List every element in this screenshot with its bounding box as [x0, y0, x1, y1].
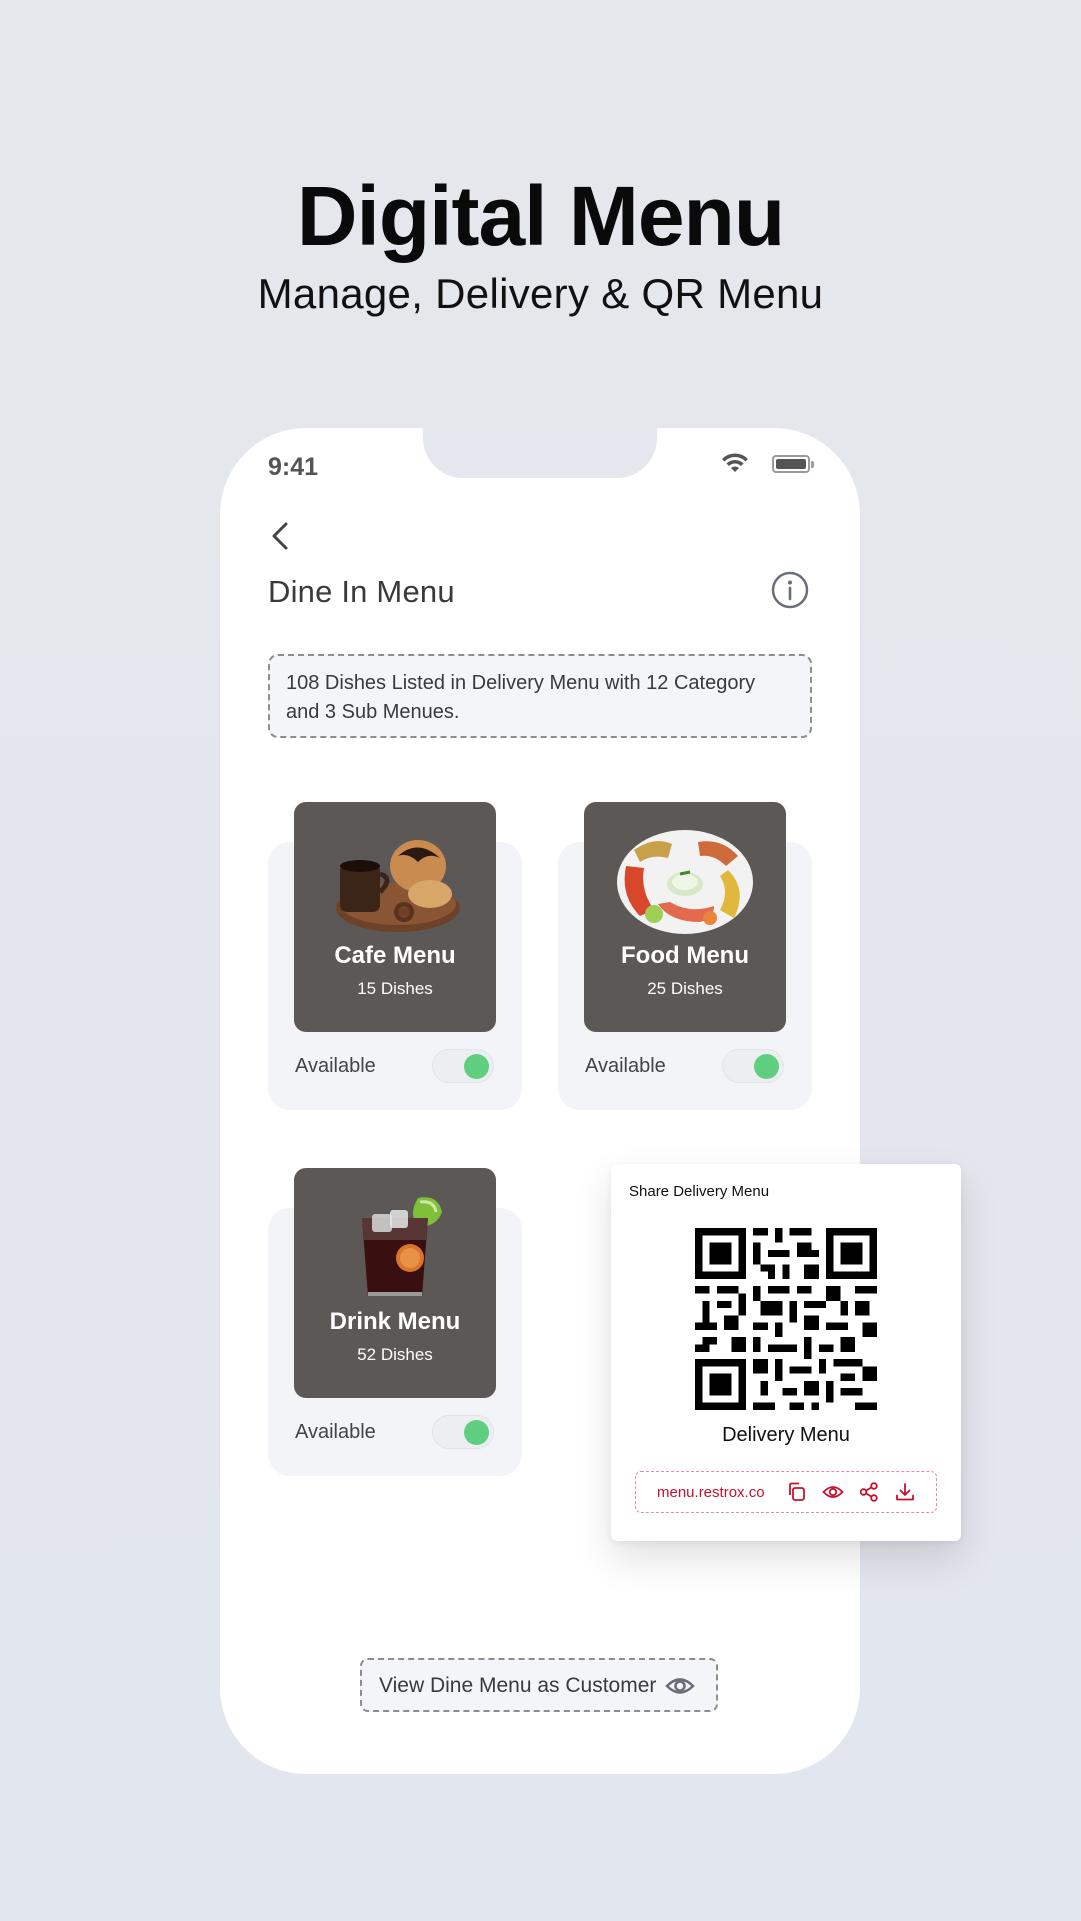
menu-name: Drink Menu: [329, 1308, 461, 1335]
status-time: 9:41: [268, 453, 319, 481]
menu-dish-count: 15 Dishes: [357, 979, 433, 998]
view-as-customer-button[interactable]: View Dine Menu as Customer: [360, 1658, 718, 1712]
menu-dish-count: 52 Dishes: [357, 1345, 433, 1364]
download-icon[interactable]: [894, 1481, 916, 1503]
info-icon[interactable]: [770, 570, 810, 610]
menu-tile-drink[interactable]: Drink Menu 52 Dishes: [294, 1168, 496, 1398]
phone-notch: [423, 428, 657, 478]
menu-dish-count: 25 Dishes: [647, 979, 723, 998]
phone-screen: 9:41 Dine In Menu 108 Dishes Listed in D…: [220, 428, 860, 1774]
share-icon[interactable]: [858, 1481, 880, 1503]
menu-card-cafe: Cafe Menu 15 Dishes Available: [268, 802, 522, 1110]
copy-icon[interactable]: [786, 1481, 808, 1503]
availability-toggle[interactable]: [722, 1049, 784, 1083]
food-platter-image: [617, 830, 753, 934]
availability-label: Available: [295, 1421, 376, 1443]
share-menu-card: Share Delivery Menu Delivery Menu menu.r…: [611, 1164, 961, 1541]
menu-card-drink: Drink Menu 52 Dishes Available: [268, 1168, 522, 1476]
eye-icon: [665, 1678, 695, 1694]
battery-icon: [772, 455, 814, 473]
share-menu-name: Delivery Menu: [722, 1424, 850, 1446]
availability-label: Available: [295, 1055, 376, 1077]
wifi-icon: [722, 453, 748, 472]
availability-label: Available: [585, 1055, 666, 1077]
menu-tile-cafe[interactable]: Cafe Menu 15 Dishes: [294, 802, 496, 1032]
page-title: Dine In Menu: [268, 574, 455, 609]
hero-title: Digital Menu: [296, 169, 785, 263]
availability-toggle[interactable]: [432, 1415, 494, 1449]
menu-name: Cafe Menu: [334, 942, 456, 969]
chevron-left-icon[interactable]: [266, 516, 296, 556]
hero-subtitle: Manage, Delivery & QR Menu: [257, 270, 824, 317]
menu-card-food: Food Menu 25 Dishes Available: [558, 802, 812, 1110]
qr-code[interactable]: [695, 1228, 877, 1410]
menu-link-box: menu.restrox.co: [635, 1471, 937, 1513]
menu-summary: 108 Dishes Listed in Delivery Menu with …: [268, 654, 812, 738]
share-card-title: Share Delivery Menu: [629, 1183, 770, 1200]
view-as-customer-label: View Dine Menu as Customer: [379, 1674, 657, 1697]
menu-link[interactable]: menu.restrox.co: [657, 1484, 765, 1501]
cola-drink-image: [362, 1197, 442, 1296]
availability-toggle[interactable]: [432, 1049, 494, 1083]
eye-icon[interactable]: [822, 1481, 844, 1503]
menu-name: Food Menu: [621, 942, 749, 969]
menu-tile-food[interactable]: Food Menu 25 Dishes: [584, 802, 786, 1032]
coffee-pastries-image: [336, 840, 460, 932]
